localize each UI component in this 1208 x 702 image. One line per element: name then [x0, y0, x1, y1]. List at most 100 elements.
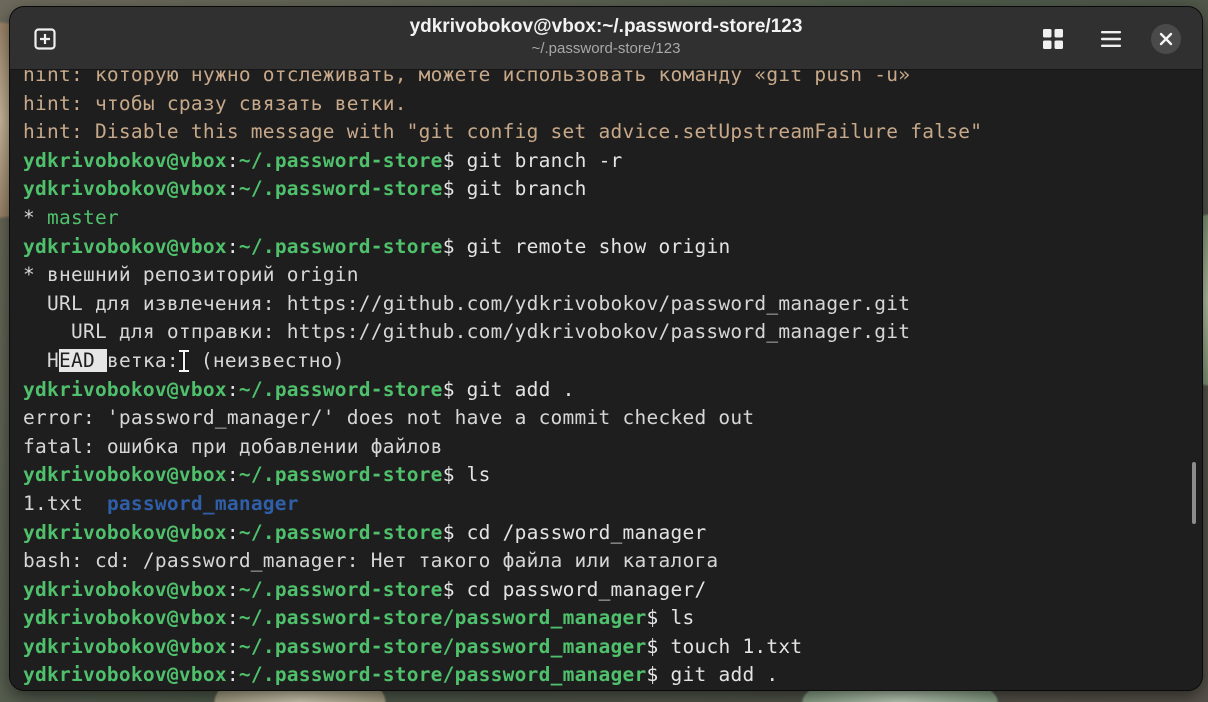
- prompt-user: ydkrivobokov@vbox: [23, 520, 227, 544]
- prompt-path: ~/.password-store/password_manager: [238, 606, 647, 630]
- prompt-colon: :: [226, 463, 239, 487]
- prompt-path: ~/.password-store: [238, 377, 443, 401]
- title-block: ydkrivobokov@vbox:~/.password-store/123 …: [210, 15, 1002, 59]
- prompt-path: ~/.password-store: [238, 148, 443, 172]
- hint-text: hint: которую нужно отслеживать, можете …: [23, 70, 911, 86]
- prompt-user: ydkrivobokov@vbox: [23, 577, 227, 601]
- prompt-colon: :: [226, 634, 239, 658]
- terminal-line: hint: Disable this message with "git con…: [23, 118, 1178, 147]
- prompt-colon: :: [226, 148, 239, 172]
- terminal-line: 1.txt password_manager: [23, 490, 1178, 519]
- prompt-user: ydkrivobokov@vbox: [23, 634, 227, 658]
- close-icon: [1159, 32, 1173, 46]
- prompt-line: ydkrivobokov@vbox:~/.password-store/pass…: [23, 633, 1178, 662]
- grid-icon: [1043, 29, 1063, 49]
- terminal-line: HEAD ветка: (неизвестно): [23, 347, 1178, 376]
- prompt-dollar: $: [646, 663, 659, 687]
- prompt-dollar: $: [646, 634, 659, 658]
- prompt-colon: :: [226, 663, 239, 687]
- terminal-line: hint: чтобы сразу связать ветки.: [23, 90, 1178, 119]
- prompt-user: ydkrivobokov@vbox: [23, 234, 227, 258]
- output-text: URL для отправки: https://github.com/ydk…: [23, 320, 911, 344]
- command-text: git add .: [658, 663, 779, 687]
- branch-marker: *: [23, 205, 47, 229]
- prompt-dollar: $: [442, 577, 455, 601]
- prompt-colon: :: [226, 577, 239, 601]
- title-bar[interactable]: ydkrivobokov@vbox:~/.password-store/123 …: [10, 7, 1202, 70]
- prompt-line: ydkrivobokov@vbox:~/.password-store/pass…: [23, 604, 1178, 633]
- overview-button[interactable]: [1036, 22, 1070, 56]
- main-menu-button[interactable]: [1094, 22, 1128, 56]
- command-text: git branch: [454, 177, 587, 201]
- prompt-path: ~/.password-store: [238, 520, 443, 544]
- prompt-line: ydkrivobokov@vbox:~/.password-store$ git…: [23, 376, 1178, 405]
- scrollbar-thumb[interactable]: [1192, 462, 1196, 524]
- prompt-user: ydkrivobokov@vbox: [23, 463, 227, 487]
- new-tab-plus-icon: [34, 28, 56, 50]
- prompt-dollar: $: [442, 520, 455, 544]
- prompt-colon: :: [226, 520, 239, 544]
- output-text: URL для извлечения: https://github.com/y…: [23, 291, 911, 315]
- prompt-line: ydkrivobokov@vbox:~/.password-store$ git…: [23, 147, 1178, 176]
- prompt-dollar: $: [442, 177, 455, 201]
- command-text: git remote show origin: [454, 234, 731, 258]
- hamburger-menu-icon: [1101, 31, 1121, 47]
- prompt-line: ydkrivobokov@vbox:~/.password-store$ cd …: [23, 519, 1178, 548]
- command-text: cd /password_manager: [454, 520, 707, 544]
- text-selection[interactable]: EAD: [58, 348, 107, 372]
- command-text: ls: [454, 463, 491, 487]
- terminal-output[interactable]: hint: которую нужно отслеживать, можете …: [10, 70, 1202, 690]
- output-text: fatal: ошибка при добавлении файлов: [23, 434, 443, 458]
- terminal-line: * master: [23, 204, 1178, 233]
- prompt-path: ~/.password-store/password_manager: [238, 663, 647, 687]
- terminal-line: URL для отправки: https://github.com/ydk…: [23, 318, 1178, 347]
- prompt-colon: :: [226, 177, 239, 201]
- prompt-path: ~/.password-store: [238, 177, 443, 201]
- command-text: ls: [658, 606, 695, 630]
- output-text: H: [23, 348, 59, 372]
- prompt-line: ydkrivobokov@vbox:~/.password-store$ git…: [23, 175, 1178, 204]
- terminal-window[interactable]: ydkrivobokov@vbox:~/.password-store/123 …: [10, 7, 1202, 690]
- prompt-user: ydkrivobokov@vbox: [23, 663, 227, 687]
- prompt-line: ydkrivobokov@vbox:~/.password-store$ git…: [23, 233, 1178, 262]
- terminal-line: bash: cd: /password_manager: Нет такого …: [23, 547, 1178, 576]
- prompt-line: ydkrivobokov@vbox:~/.password-store$ ls: [23, 461, 1178, 490]
- output-text: ветка:: [106, 348, 179, 372]
- current-branch: master: [46, 205, 119, 229]
- prompt-colon: :: [226, 377, 239, 401]
- prompt-path: ~/.password-store: [238, 234, 443, 258]
- terminal-line: * внешний репозиторий origin: [23, 261, 1178, 290]
- command-text: git branch -r: [454, 148, 623, 172]
- output-text: * внешний репозиторий origin: [23, 263, 359, 287]
- close-button[interactable]: [1151, 24, 1181, 54]
- prompt-path: ~/.password-store: [238, 577, 443, 601]
- command-text: cd password_manager/: [454, 577, 707, 601]
- new-tab-button[interactable]: [28, 22, 62, 56]
- prompt-user: ydkrivobokov@vbox: [23, 148, 227, 172]
- prompt-dollar: $: [442, 234, 455, 258]
- prompt-dollar: $: [646, 606, 659, 630]
- terminal-line: fatal: ошибка при добавлении файлов: [23, 433, 1178, 462]
- hint-text: hint: чтобы сразу связать ветки.: [23, 91, 407, 115]
- prompt-colon: :: [226, 606, 239, 630]
- terminal-line: URL для извлечения: https://github.com/y…: [23, 290, 1178, 319]
- prompt-line: ydkrivobokov@vbox:~/.password-store$ cd …: [23, 576, 1178, 605]
- prompt-user: ydkrivobokov@vbox: [23, 377, 227, 401]
- terminal-lines: hint: которую нужно отслеживать, можете …: [23, 70, 1178, 690]
- output-text: bash: cd: /password_manager: Нет такого …: [23, 549, 719, 573]
- window-title: ydkrivobokov@vbox:~/.password-store/123: [409, 16, 803, 37]
- output-text: error: 'password_manager/' does not have…: [23, 406, 755, 430]
- prompt-dollar: $: [442, 377, 455, 401]
- prompt-dollar: $: [442, 463, 455, 487]
- command-text: git add .: [454, 377, 575, 401]
- terminal-line: hint: которую нужно отслеживать, можете …: [23, 70, 1178, 90]
- output-text: (неизвестно): [188, 348, 345, 372]
- directory-entry: password_manager: [106, 491, 299, 515]
- prompt-colon: :: [226, 234, 239, 258]
- text-cursor-icon: [178, 349, 189, 373]
- window-subtitle: ~/.password-store/123: [531, 40, 681, 57]
- prompt-path: ~/.password-store: [238, 463, 443, 487]
- prompt-line: ydkrivobokov@vbox:~/.password-store/pass…: [23, 661, 1178, 690]
- prompt-user: ydkrivobokov@vbox: [23, 177, 227, 201]
- prompt-path: ~/.password-store/password_manager: [238, 634, 647, 658]
